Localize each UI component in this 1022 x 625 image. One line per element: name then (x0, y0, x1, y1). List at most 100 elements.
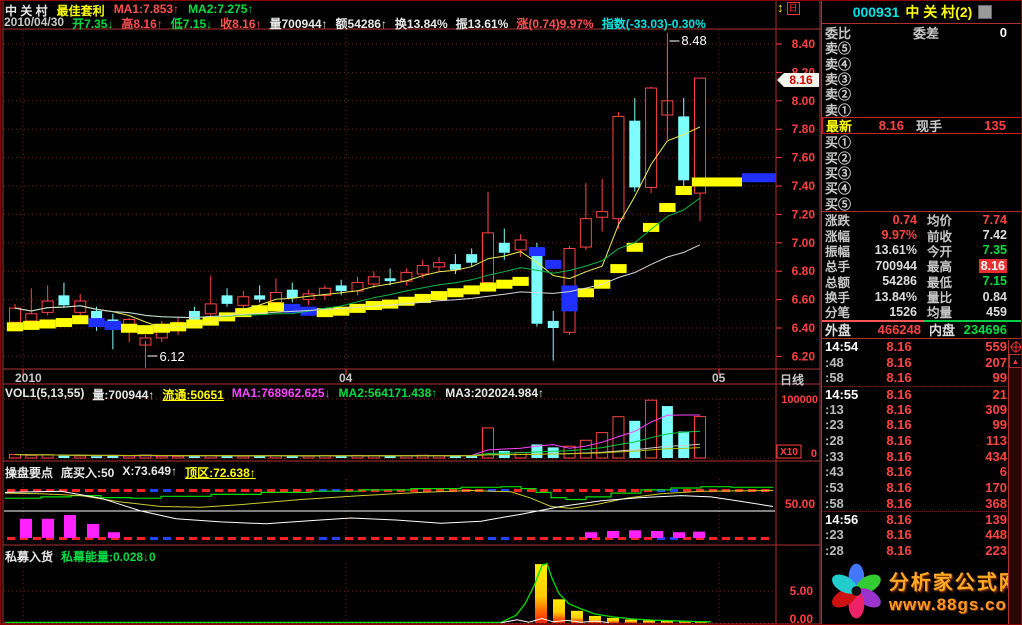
stat-value: 1526 (861, 305, 917, 319)
tick-row[interactable]: :538.16170 (822, 480, 1022, 496)
updown-arrow-icon[interactable]: ↕ (777, 1, 784, 15)
flower-logo-icon (828, 561, 885, 621)
low-readout: 低7.15↓ (171, 15, 212, 32)
date-readout: 2010/04/30 (4, 15, 64, 32)
stats-table: 涨跌0.74均价7.74涨幅9.97%前收7.42振幅13.61%今开7.35总… (822, 212, 1022, 320)
vol-ma2: MA2:564171.438↑ (339, 386, 438, 403)
float-shares[interactable]: 流通:50651 (162, 386, 223, 403)
sell-queue: 卖⑤卖④卖③卖②卖① (822, 40, 1022, 117)
caopan-x: X:73.649↑ (122, 464, 177, 481)
buy-level-row[interactable]: 买⑤ (822, 196, 1022, 211)
scroll-up-icon[interactable]: ▲ (1009, 354, 1022, 368)
tick-row[interactable]: :288.16223 (822, 543, 1022, 559)
scrollbar-track[interactable] (1009, 368, 1022, 625)
stat-value: 9.97% (861, 228, 917, 242)
svg-text:5.00: 5.00 (790, 584, 814, 598)
svg-text:7.80: 7.80 (792, 122, 816, 136)
stock-name: 中 关 村(2) (905, 2, 972, 22)
quote-panel-header: 000931 中 关 村(2) (822, 1, 1022, 24)
tick-row[interactable]: 14:558.1621 (822, 386, 1022, 402)
sell-level-row[interactable]: 卖④ (822, 55, 1022, 70)
amount-readout: 额54286↑ (336, 15, 387, 32)
stat-value: 13.61% (861, 243, 917, 257)
vol-indicator-name[interactable]: VOL1(5,13,55) (5, 386, 84, 403)
svg-text:50.00: 50.00 (785, 497, 815, 511)
site-name[interactable]: 分析家公式网 (889, 566, 1022, 595)
weicha-label: 委差 (913, 23, 939, 42)
svg-text:7.00: 7.00 (792, 236, 816, 250)
simu-indicator-name[interactable]: 私募入货 (5, 548, 53, 565)
tick-list[interactable]: 14:548.16559:488.16207:588.169914:558.16… (822, 339, 1022, 559)
caopan-top-zone[interactable]: 顶区:72.638↑ (185, 464, 256, 481)
caopan-bottom-buy: 底买入:50 (61, 464, 114, 481)
stat-value: 0.84 (983, 290, 1007, 304)
stat-label: 均量 (927, 302, 963, 321)
stats-row: 分笔1526均量459 (822, 304, 1022, 319)
tick-row[interactable]: :588.1699 (822, 370, 1022, 386)
sell-level-row[interactable]: 卖① (822, 102, 1022, 117)
stat-value: 8.16 (979, 259, 1007, 273)
weicha-value: 0 (939, 25, 1007, 40)
stat-value: 0.74 (861, 213, 917, 227)
tick-row[interactable]: :338.16434 (822, 448, 1022, 464)
stat-value: 7.74 (983, 213, 1007, 227)
sell-level-row[interactable]: 卖⑤ (822, 40, 1022, 55)
simu-energy: 私幕能量:0.028↓0 (61, 548, 156, 565)
site-url[interactable]: www.88gs.com (889, 595, 1022, 615)
vol-ma1: MA1:768962.625↓ (232, 386, 331, 403)
svg-text:6.20: 6.20 (792, 349, 816, 363)
tick-scrollbar[interactable]: ▲ (1008, 340, 1022, 625)
tick-row[interactable]: :238.16448 (822, 527, 1022, 543)
svg-text:X10: X10 (780, 447, 798, 458)
close-readout: 收8.16↑ (220, 15, 261, 32)
time-axis-label: 05 (712, 371, 725, 385)
tick-row[interactable]: 14:568.16139 (822, 511, 1022, 527)
stat-value: 54286 (861, 274, 917, 288)
stock-terminal-window: 8.408.208.007.807.607.407.207.006.806.60… (0, 0, 1022, 625)
index-readout: 指数(-33.03)-0.30% (602, 15, 706, 32)
neipan-label: 内盘 (929, 320, 963, 339)
stat-value: 7.42 (983, 228, 1007, 242)
turnover-readout: 换13.84% (395, 15, 448, 32)
tick-row[interactable]: :138.16309 (822, 401, 1022, 417)
tick-row[interactable]: :288.16113 (822, 433, 1022, 449)
buy-level-row[interactable]: 买④ (822, 180, 1022, 195)
time-axis-label: 04 (339, 371, 352, 385)
sell-level-row[interactable]: 卖③ (822, 71, 1022, 86)
svg-text:6.60: 6.60 (792, 293, 816, 307)
svg-text:6.12: 6.12 (159, 349, 184, 364)
buy-level-row[interactable]: 买② (822, 149, 1022, 164)
crosshair-icon[interactable] (1009, 340, 1022, 354)
now-vol-label: 现手 (916, 116, 942, 135)
latest-price: 8.16 (852, 118, 904, 133)
tick-row[interactable]: :588.16368 (822, 496, 1022, 512)
period-calendar-icon[interactable]: 日 (787, 2, 800, 15)
waipan-label: 外盘 (825, 320, 859, 339)
stat-value: 700944 (861, 259, 917, 273)
inner-outer-volume-row: 外盘 466248 内盘 234696 (822, 322, 1022, 338)
site-logo[interactable]: 分析家公式网 www.88gs.com (822, 559, 1022, 623)
svg-text:8.00: 8.00 (792, 94, 816, 108)
market-info-icon[interactable] (978, 5, 992, 19)
tick-row[interactable]: :438.166 (822, 464, 1022, 480)
tick-row[interactable]: :238.1699 (822, 417, 1022, 433)
svg-text:8.48: 8.48 (681, 33, 706, 48)
amplitude-readout: 振13.61% (456, 15, 509, 32)
volume-readout: 量700944↑ (270, 15, 328, 32)
svg-text:7.20: 7.20 (792, 207, 816, 221)
svg-text:8.16: 8.16 (789, 73, 813, 87)
period-label[interactable]: 日线 (780, 371, 804, 388)
buy-queue: 买①买②买③买④买⑤ (822, 134, 1022, 211)
buy-level-row[interactable]: 买① (822, 134, 1022, 149)
high-readout: 高8.16↑ (121, 15, 162, 32)
tick-row[interactable]: :488.16207 (822, 354, 1022, 370)
stat-value: 13.84% (861, 290, 917, 304)
caopan-indicator-name[interactable]: 操盘要点 (5, 464, 53, 481)
tick-row[interactable]: 14:548.16559 (822, 339, 1022, 355)
buy-level-row[interactable]: 买③ (822, 165, 1022, 180)
svg-text:8.40: 8.40 (792, 37, 816, 51)
sell-level-row[interactable]: 卖② (822, 86, 1022, 101)
neipan-value: 234696 (963, 322, 1007, 337)
now-vol-value: 135 (942, 118, 1006, 133)
latest-price-row: 最新 8.16 现手 135 (822, 117, 1022, 134)
